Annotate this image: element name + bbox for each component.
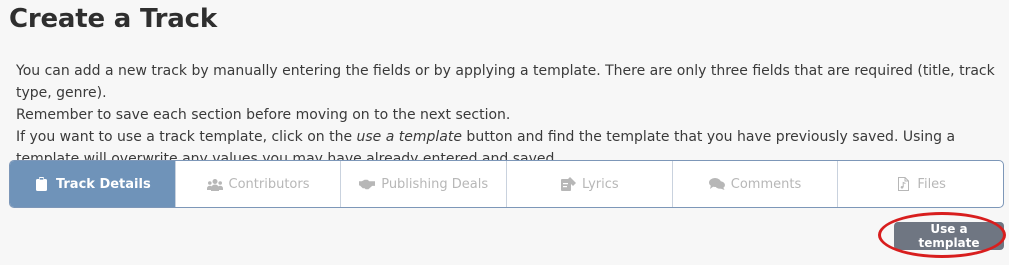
tab-label: Comments [730,176,802,192]
tab-label: Track Details [55,176,151,192]
users-icon [206,176,223,192]
page-title: Create a Track [9,4,217,34]
track-tabs: Track Details Contributors Publishing De… [9,160,1004,208]
lyrics-icon [560,176,576,192]
tab-label: Lyrics [582,176,619,192]
music-file-icon [895,176,911,192]
tab-label: Publishing Deals [381,176,489,192]
comments-icon [708,176,725,192]
tab-contributors[interactable]: Contributors [174,161,341,207]
intro-line-1: You can add a new track by manually ente… [16,63,995,101]
intro-text: You can add a new track by manually ente… [16,60,1001,170]
tab-lyrics[interactable]: Lyrics [506,161,672,207]
intro-use-template-emphasis: use a template [356,129,462,145]
use-template-button[interactable]: Use a template [894,222,1004,250]
tab-files[interactable]: Files [837,161,1003,207]
tab-label: Contributors [228,176,310,192]
clipboard-icon [34,176,50,192]
tab-publishing-deals[interactable]: Publishing Deals [340,161,506,207]
intro-line-2: Remember to save each section before mov… [16,107,511,123]
tab-label: Files [917,176,946,192]
intro-line-3-start: If you want to use a track template, cli… [16,129,357,145]
tab-comments[interactable]: Comments [671,161,838,207]
handshake-icon [359,176,376,192]
tab-track-details[interactable]: Track Details [10,161,175,207]
